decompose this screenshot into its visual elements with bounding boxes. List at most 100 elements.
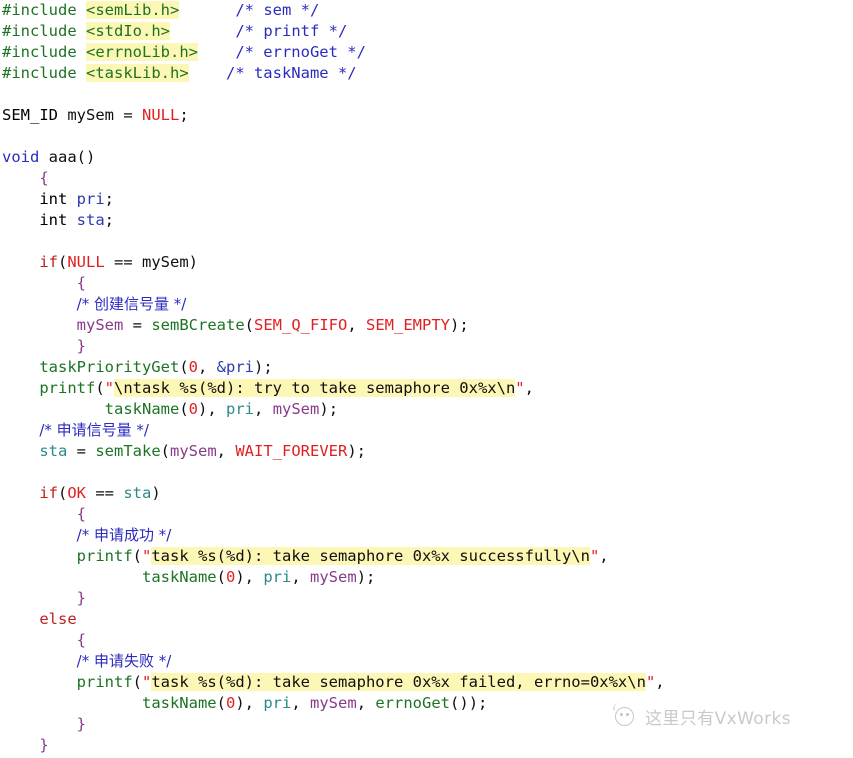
code-line: /* 申请信号量 */	[0, 420, 853, 441]
line-comment: /* sem */	[235, 1, 320, 19]
brace-close: }	[76, 337, 86, 355]
comma: ,	[356, 694, 376, 712]
identifier-mysem: mySem	[310, 694, 357, 712]
paren-open: (	[58, 484, 68, 502]
code-line: taskName(0), pri, mySem);	[0, 567, 853, 588]
function-name-aaa: aaa()	[39, 148, 96, 166]
identifier-pri: pri	[263, 568, 292, 586]
assign-op: =	[67, 442, 96, 460]
code-line: #include <taskLib.h> /* taskName */	[0, 63, 853, 84]
preprocessor-directive: #include	[2, 22, 77, 40]
macro-sem-empty: SEM_EMPTY	[366, 316, 450, 334]
comma: ,	[198, 358, 217, 376]
semicolon: ;	[104, 190, 115, 208]
macro-wait-forever: WAIT_FOREVER	[235, 442, 348, 460]
code-line: void aaa()	[0, 147, 853, 168]
code-line: else	[0, 609, 853, 630]
quote-close: "	[645, 673, 656, 691]
paren-open: (	[58, 253, 68, 271]
call-errnoget: errnoGet	[375, 694, 451, 712]
identifier-mysem: mySem	[67, 106, 115, 124]
brace-open: {	[76, 631, 86, 649]
semicolon: ;	[366, 568, 376, 586]
paren-open: (	[179, 400, 189, 418]
chinese-comment-request: /* 申请信号量 */	[39, 421, 149, 439]
semicolon: ;	[459, 316, 469, 334]
macro-sem-q-fifo: SEM_Q_FIFO	[254, 316, 348, 334]
paren-close: )	[254, 358, 264, 376]
line-comment: /* printf */	[235, 22, 348, 40]
paren-close: )	[356, 568, 367, 586]
paren-close: )	[198, 400, 208, 418]
string-literal-success: task %s(%d): take semaphore 0x%x success…	[151, 547, 590, 565]
paren-open: (	[95, 379, 105, 397]
semicolon: ;	[179, 106, 189, 124]
include-header: <semLib.h>	[86, 1, 180, 19]
semicolon: ;	[356, 442, 367, 460]
line-comment: /* errnoGet */	[235, 43, 366, 61]
code-line: taskPriorityGet(0, &pri);	[0, 357, 853, 378]
code-line: {	[0, 504, 853, 525]
equality-op: ==	[86, 484, 124, 502]
comma: ,	[291, 694, 311, 712]
paren-open: (	[179, 358, 189, 376]
keyword-else: else	[39, 610, 77, 628]
call-semtake: semTake	[95, 442, 161, 460]
paren-open: (	[160, 442, 170, 460]
type-int: int	[39, 211, 68, 229]
code-line: printf("task %s(%d): take semaphore 0x%x…	[0, 672, 853, 693]
code-line: }	[0, 735, 853, 756]
code-line: int pri;	[0, 189, 853, 210]
macro-ok: OK	[67, 484, 87, 502]
code-line: /* 申请失败 */	[0, 651, 853, 672]
code-line: int sta;	[0, 210, 853, 231]
brace-open: {	[76, 505, 86, 523]
code-line: printf("\ntask %s(%d): try to take semap…	[0, 378, 853, 399]
code-line: /* 创建信号量 */	[0, 294, 853, 315]
identifier-mysem: mySem	[310, 568, 357, 586]
call-printf: printf	[76, 673, 133, 691]
call-sembcreate: semBCreate	[151, 316, 245, 334]
code-line: /* 申请成功 */	[0, 525, 853, 546]
semicolon: ;	[478, 694, 488, 712]
keyword-if: if	[39, 484, 58, 502]
paren-close: )	[450, 316, 460, 334]
quote-close: "	[589, 547, 600, 565]
code-line: #include <semLib.h> /* sem */	[0, 0, 853, 21]
keyword-void: void	[2, 148, 40, 166]
preprocessor-directive: #include	[2, 1, 77, 19]
preprocessor-directive: #include	[2, 64, 77, 82]
macro-null: NULL	[67, 253, 105, 271]
paren-open: (	[132, 547, 142, 565]
identifier-pri: pri	[226, 400, 255, 418]
code-line: taskName(0), pri, mySem, errnoGet());	[0, 693, 853, 714]
brace-close: }	[76, 589, 86, 607]
paren-close: )	[188, 253, 199, 271]
brace-open: {	[39, 169, 49, 187]
include-header: <stdIo.h>	[86, 22, 170, 40]
comma: ,	[254, 400, 273, 418]
chinese-comment-fail: /* 申请失败 */	[76, 652, 172, 670]
brace-open: {	[76, 274, 86, 292]
comma: ,	[291, 568, 311, 586]
number-zero: 0	[188, 358, 198, 376]
